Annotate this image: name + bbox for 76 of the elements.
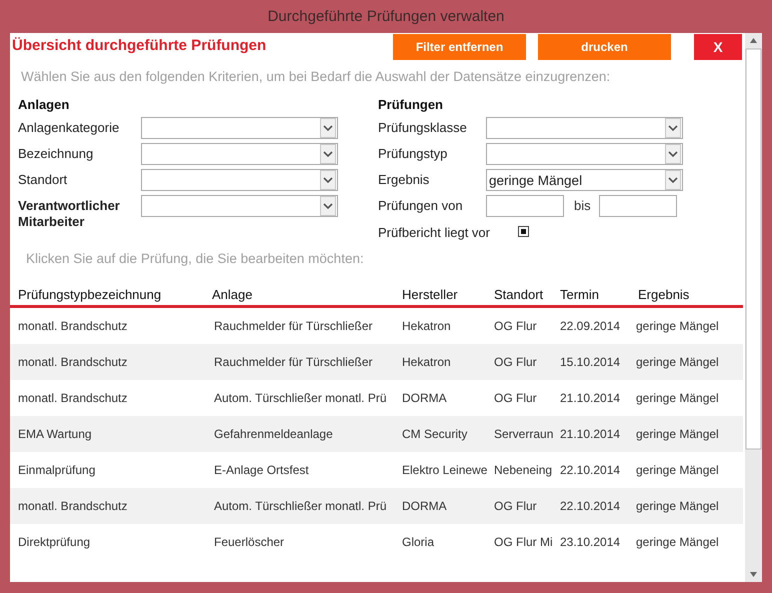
window-title: Durchgeführte Prüfungen verwalten	[266, 7, 506, 27]
dropdown-field[interactable]	[141, 169, 338, 191]
checkbox[interactable]	[518, 226, 529, 237]
table-cell[interactable]: 22.10.2014	[560, 488, 632, 524]
table-cell[interactable]: Rauchmelder für Türschließer	[204, 344, 396, 380]
table-cell[interactable]: monatl. Brandschutz	[10, 344, 204, 380]
table-cell[interactable]: 22.10.2014	[560, 452, 632, 488]
table-cell[interactable]: monatl. Brandschutz	[10, 380, 204, 416]
table-cell[interactable]: geringe Mängel	[632, 524, 743, 560]
table-cell[interactable]: 21.10.2014	[560, 416, 632, 452]
field-label: Prüfungstyp	[378, 145, 448, 161]
table-cell[interactable]: Rauchmelder für Türschließer	[204, 308, 396, 344]
table-cell[interactable]: CM Security	[396, 416, 492, 452]
group-heading: Anlagen	[18, 96, 70, 114]
dropdown-field[interactable]	[141, 143, 338, 165]
column-header: Prüfungstypbezeichnung	[10, 281, 204, 308]
table-cell[interactable]: 21.10.2014	[560, 380, 632, 416]
table-cell[interactable]: OG Flur	[492, 488, 560, 524]
table-cell[interactable]: monatl. Brandschutz	[10, 488, 204, 524]
field-label: Bezeichnung	[18, 145, 94, 161]
field-label: Prüfungsklasse	[378, 119, 468, 135]
table-cell[interactable]: Direktprüfung	[10, 524, 204, 560]
table-cell[interactable]: Elektro Leinewe	[396, 452, 492, 488]
dropdown-field[interactable]	[486, 117, 683, 139]
table-cell[interactable]: Autom. Türschließer monatl. Prü	[204, 380, 396, 416]
field-label: bis	[573, 197, 592, 213]
table-cell[interactable]: 15.10.2014	[560, 344, 632, 380]
table-cell[interactable]: geringe Mängel	[632, 308, 743, 344]
field-label: Prüfbericht liegt vor	[378, 224, 490, 240]
column-header: Standort	[492, 281, 560, 308]
date-field[interactable]	[598, 195, 677, 217]
field-label: Standort	[18, 171, 68, 187]
dropdown-field[interactable]	[486, 143, 683, 165]
column-header: Ergebnis	[632, 281, 743, 308]
table-cell[interactable]: E-Anlage Ortsfest	[204, 452, 396, 488]
dropdown-field[interactable]	[141, 117, 338, 139]
table-cell[interactable]: monatl. Brandschutz	[10, 308, 204, 344]
table-cell[interactable]: DORMA	[396, 488, 492, 524]
group-heading: Prüfungen	[378, 96, 444, 114]
table-cell[interactable]: OG Flur Mi	[492, 524, 560, 560]
filter-hint: Wählen Sie aus den folgenden Kriterien, um bei Bedarf die Auswahl der Datensätze einzugrenzen:	[20, 68, 612, 86]
table-cell[interactable]: Gefahrenmeldeanlage	[204, 416, 396, 452]
table-cell[interactable]: Hekatron	[396, 308, 492, 344]
table-cell[interactable]: Serverraun	[492, 416, 560, 452]
table-cell[interactable]: Hekatron	[396, 344, 492, 380]
table-cell[interactable]: DORMA	[396, 380, 492, 416]
column-header: Termin	[560, 281, 632, 308]
table-cell[interactable]: Feuerlöscher	[204, 524, 396, 560]
table-cell[interactable]: geringe Mängel	[632, 380, 743, 416]
table-cell[interactable]: OG Flur	[492, 344, 560, 380]
table-cell[interactable]: geringe Mängel	[632, 344, 743, 380]
table-cell[interactable]: EMA Wartung	[10, 416, 204, 452]
close-button[interactable]: X	[694, 34, 742, 60]
table-cell[interactable]: geringe Mängel	[632, 452, 743, 488]
table-cell[interactable]: 22.09.2014	[560, 308, 632, 344]
table-cell[interactable]: Autom. Türschließer monatl. Prü	[204, 488, 396, 524]
dropdown-field[interactable]	[141, 195, 338, 217]
field-label: Verantwortlicher Mitarbeiter	[18, 197, 121, 230]
table-cell[interactable]: Einmalprüfung	[10, 452, 204, 488]
table-cell[interactable]: geringe Mängel	[632, 416, 743, 452]
column-header: Anlage	[204, 281, 396, 308]
table-cell[interactable]: Gloria	[396, 524, 492, 560]
date-field[interactable]	[486, 195, 564, 217]
list-hint: Klicken Sie auf die Prüfung, die Sie bearbeiten möchten:	[25, 250, 365, 268]
table-cell[interactable]: OG Flur	[492, 380, 560, 416]
field-label: Prüfungen von	[378, 197, 464, 213]
field-label: Anlagenkategorie	[18, 119, 120, 135]
dropdown-field[interactable]: geringe Mängel	[486, 169, 683, 191]
scrollbar[interactable]	[745, 33, 762, 582]
table-cell[interactable]: OG Flur	[492, 308, 560, 344]
column-header: Hersteller	[396, 281, 492, 308]
table-cell[interactable]: geringe Mängel	[632, 488, 743, 524]
field-label: Ergebnis	[378, 171, 430, 187]
table-cell[interactable]: Nebeneing	[492, 452, 560, 488]
table-cell[interactable]: 23.10.2014	[560, 524, 632, 560]
form-title: Übersicht durchgeführte Prüfungen	[11, 36, 268, 54]
